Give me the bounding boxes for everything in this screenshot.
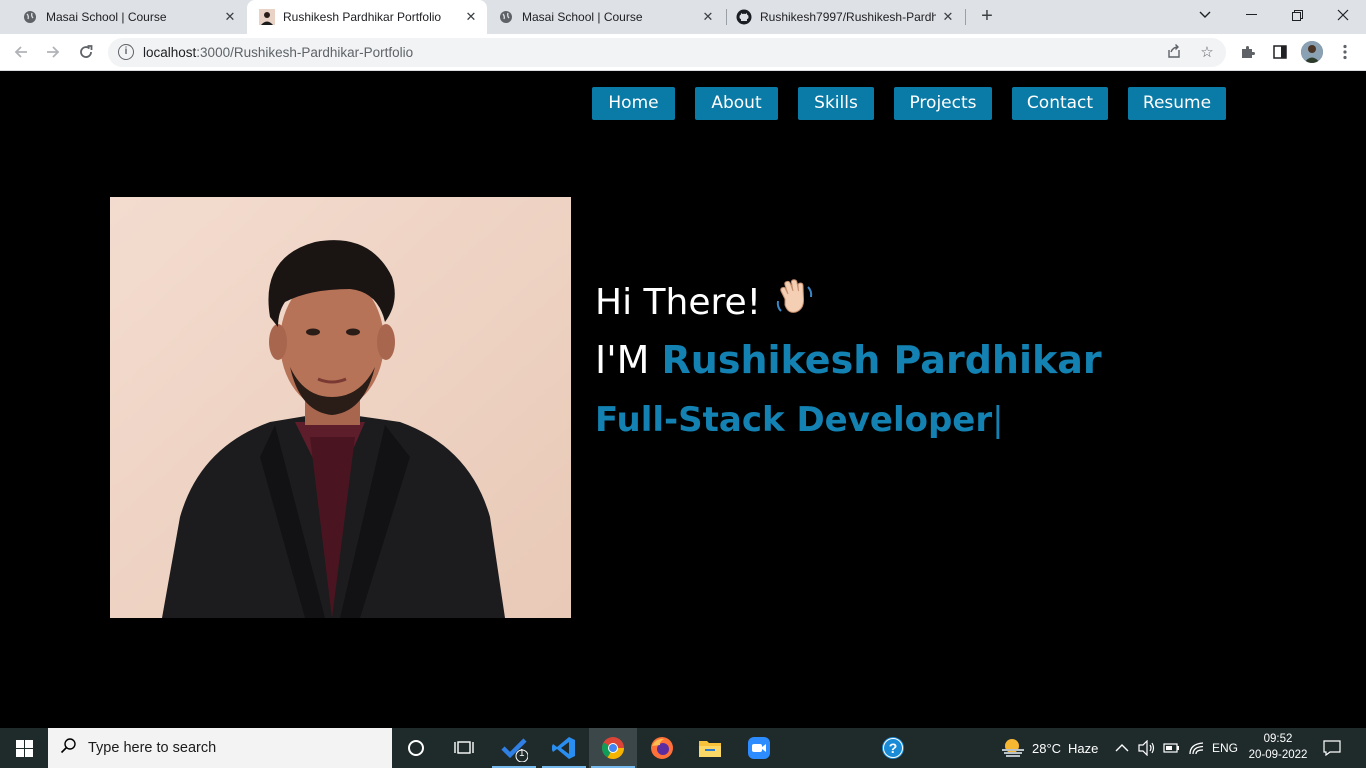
chrome-icon[interactable] (589, 728, 637, 768)
role-text: Full-Stack Developer (595, 400, 993, 440)
todo-badge-count: 1 (519, 748, 525, 759)
wifi-icon[interactable] (1189, 728, 1205, 768)
address-bar[interactable]: i localhost:3000/Rushikesh-Pardhikar-Por… (108, 38, 1226, 67)
site-nav: Home About Skills Projects Contact Resum… (592, 87, 1226, 120)
bookmark-star-icon[interactable]: ☆ (1197, 43, 1217, 63)
globe-icon (498, 9, 514, 25)
nav-resume-button[interactable]: Resume (1128, 87, 1226, 120)
nav-contact-button[interactable]: Contact (1012, 87, 1108, 120)
weather-haze-icon (1000, 736, 1026, 761)
restore-icon[interactable] (1274, 0, 1320, 30)
intro-line: I'M Rushikesh Pardhikar (595, 332, 1102, 388)
share-icon[interactable] (1164, 43, 1184, 63)
weather-widget[interactable]: 28°C Haze (1000, 728, 1098, 768)
tab-masai-1[interactable]: Masai School | Course ✕ (14, 0, 246, 34)
close-icon[interactable]: ✕ (700, 9, 716, 25)
windows-taskbar: Type here to search 1 ? 28°C Haze ENG 09… (0, 728, 1366, 768)
nav-home-button[interactable]: Home (592, 87, 675, 120)
window-close-icon[interactable] (1320, 0, 1366, 30)
portfolio-page: Home About Skills Projects Contact Resum… (0, 71, 1366, 728)
taskbar-search-box[interactable]: Type here to search (48, 728, 392, 768)
site-info-icon[interactable]: i (118, 44, 134, 60)
waving-hand-icon (775, 277, 815, 328)
menu-kebab-icon[interactable] (1333, 40, 1357, 64)
developer-name: Rushikesh Pardhikar (661, 338, 1102, 382)
svg-text:?: ? (889, 740, 898, 756)
todo-app-icon[interactable]: 1 (490, 728, 538, 768)
browser-tabstrip: Masai School | Course ✕ Rushikesh Pardhi… (0, 0, 1366, 34)
profile-photo (110, 197, 571, 618)
battery-icon[interactable] (1163, 728, 1181, 768)
help-icon[interactable]: ? (869, 728, 917, 768)
notifications-icon[interactable] (1323, 728, 1341, 768)
task-view-icon[interactable] (440, 728, 488, 768)
nav-about-button[interactable]: About (695, 87, 778, 120)
vscode-icon[interactable] (540, 728, 588, 768)
file-explorer-icon[interactable] (686, 728, 734, 768)
tab-portfolio[interactable]: Rushikesh Pardhikar Portfolio ✕ (247, 0, 487, 34)
avatar-icon (259, 9, 275, 25)
show-hidden-icons-chevron-icon[interactable] (1115, 728, 1129, 768)
taskbar-clock[interactable]: 09:52 20-09-2022 (1247, 731, 1309, 763)
reload-icon[interactable] (74, 40, 98, 64)
tab-title: Rushikesh7997/Rushikesh-Pardhi (760, 10, 936, 24)
search-icon (60, 737, 80, 759)
tab-title: Rushikesh Pardhikar Portfolio (283, 10, 442, 24)
firefox-icon[interactable] (638, 728, 686, 768)
clock-date: 20-09-2022 (1248, 749, 1308, 761)
tab-masai-2[interactable]: Masai School | Course ✕ (490, 0, 724, 34)
weather-temp: 28°C (1032, 740, 1062, 756)
close-icon[interactable]: ✕ (463, 9, 479, 25)
minimize-icon[interactable] (1228, 0, 1274, 30)
nav-skills-button[interactable]: Skills (798, 87, 874, 120)
url-path: :3000/Rushikesh-Pardhikar-Portfolio (196, 45, 414, 60)
close-icon[interactable]: ✕ (222, 9, 238, 25)
greeting-text: Hi There! (595, 281, 762, 323)
zoom-icon[interactable] (735, 728, 783, 768)
tab-title: Masai School | Course (46, 10, 167, 24)
weather-condition: Haze (1068, 740, 1099, 756)
volume-icon[interactable] (1138, 728, 1156, 768)
url-text[interactable]: localhost:3000/Rushikesh-Pardhikar-Portf… (143, 45, 413, 60)
clock-time: 09:52 (1263, 733, 1293, 745)
search-placeholder: Type here to search (88, 740, 217, 756)
globe-icon (22, 9, 38, 25)
github-icon (736, 9, 752, 25)
tab-github[interactable]: Rushikesh7997/Rushikesh-Pardhi ✕ (728, 0, 964, 34)
hero-text: Hi There! I'M Rushikesh Pardhikar Full-S… (595, 277, 1102, 448)
browser-toolbar: i localhost:3000/Rushikesh-Pardhikar-Por… (0, 34, 1366, 71)
close-icon[interactable]: ✕ (940, 9, 956, 25)
new-tab-plus-icon[interactable]: + (977, 6, 997, 26)
typing-cursor: | (992, 400, 1004, 440)
side-panel-icon[interactable] (1268, 40, 1292, 64)
windows-start-icon[interactable] (0, 728, 48, 768)
cortana-icon[interactable] (392, 728, 440, 768)
extensions-puzzle-icon[interactable] (1236, 40, 1260, 64)
tab-title: Masai School | Course (522, 10, 643, 24)
input-language[interactable]: ENG (1212, 728, 1238, 768)
greeting-line: Hi There! (595, 277, 1102, 328)
profile-avatar[interactable] (1301, 41, 1323, 63)
iam-prefix: I'M (595, 338, 650, 382)
nav-projects-button[interactable]: Projects (894, 87, 992, 120)
tab-search-chevron-icon[interactable] (1182, 0, 1228, 30)
forward-arrow-icon[interactable] (41, 40, 65, 64)
role-line: Full-Stack Developer| (595, 392, 1102, 448)
url-host: localhost (143, 45, 197, 60)
tab-separator (965, 9, 966, 25)
back-arrow-icon[interactable] (9, 40, 33, 64)
tab-separator (726, 9, 727, 25)
